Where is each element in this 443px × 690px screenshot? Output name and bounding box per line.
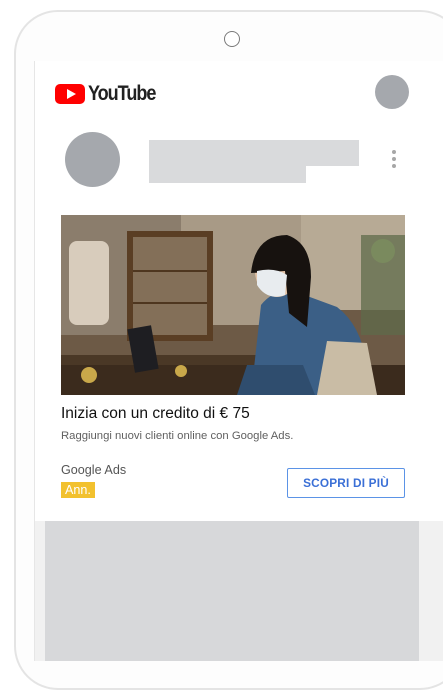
camera-icon xyxy=(224,31,240,47)
youtube-logo[interactable]: YouTube xyxy=(55,81,156,105)
ad-card: Inizia con un credito di € 75 Raggiungi … xyxy=(35,117,443,521)
youtube-wordmark: YouTube xyxy=(88,82,156,105)
title-placeholder xyxy=(149,140,359,166)
subtitle-placeholder xyxy=(149,165,306,183)
ad-badge: Ann. xyxy=(61,482,95,498)
channel-avatar[interactable] xyxy=(65,132,120,187)
learn-more-button[interactable]: SCOPRI DI PIÙ xyxy=(287,468,405,498)
phone-screen: YouTube Inizia con un credito di € 75 Ra… xyxy=(34,61,443,661)
advertiser-name: Google Ads xyxy=(61,463,127,477)
more-vert-icon[interactable] xyxy=(389,150,399,172)
ad-photo[interactable] xyxy=(61,215,405,395)
account-avatar[interactable] xyxy=(375,75,409,109)
top-app-bar: YouTube xyxy=(35,61,443,117)
ad-headline[interactable]: Inizia con un credito di € 75 xyxy=(61,405,250,423)
next-card-placeholder xyxy=(45,521,419,661)
youtube-logo-icon xyxy=(55,84,85,104)
ad-description: Raggiungi nuovi clienti online con Googl… xyxy=(61,430,294,442)
